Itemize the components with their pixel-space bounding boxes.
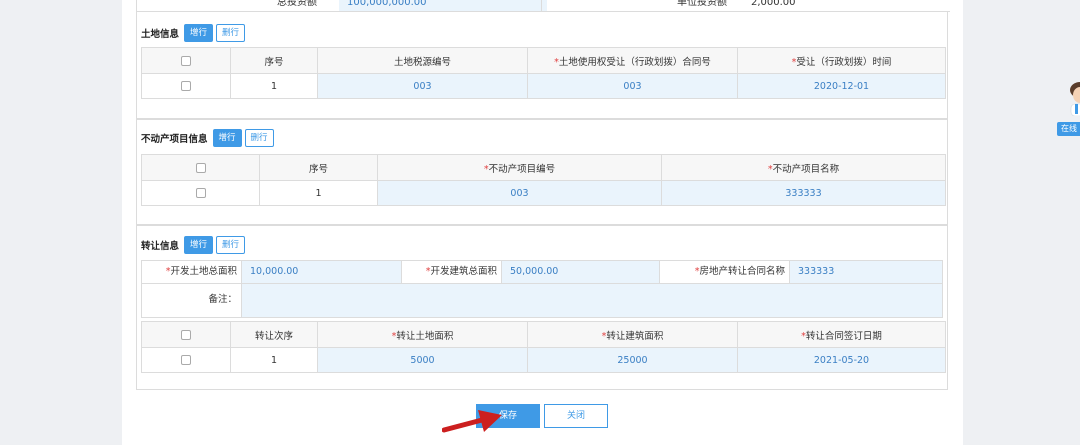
property-table: 序号 *不动产项目编号 *不动产项目名称 1 003 333333 (141, 154, 946, 206)
divider (541, 0, 542, 11)
column-header: 土地税源编号 (317, 47, 528, 74)
select-all-cell[interactable] (141, 321, 231, 348)
checkbox[interactable] (181, 329, 191, 340)
table-cell[interactable]: 2020-12-01 (737, 73, 946, 99)
section-title: 不动产项目信息 (141, 134, 208, 145)
land-info-header: 土地信息 增行 删行 (141, 21, 246, 45)
table-header-row: 序号 *不动产项目编号 *不动产项目名称 (141, 154, 946, 181)
unit-investment-label: 单位投资额 (677, 0, 727, 8)
row-select-cell[interactable] (141, 180, 260, 206)
close-button[interactable]: 关闭 (544, 404, 608, 428)
table-cell[interactable]: 003 (377, 180, 662, 206)
checkbox[interactable] (195, 162, 206, 173)
remark-field[interactable] (242, 284, 942, 317)
checkbox[interactable] (181, 355, 191, 365)
support-agent-icon (1070, 82, 1080, 116)
contract-name-label: *房地产转让合同名称 (660, 261, 790, 283)
delete-row-button[interactable]: 删行 (216, 236, 246, 254)
row-select-cell[interactable] (141, 73, 231, 99)
table-cell[interactable]: 5000 (317, 347, 528, 373)
section-title: 土地信息 (141, 29, 180, 40)
select-all-cell[interactable] (141, 47, 231, 74)
land-area-label: *开发土地总面积 (142, 261, 242, 283)
land-table: 序号 土地税源编号 *土地使用权受让（行政划拨）合同号 *受让（行政划拨）时间 … (141, 47, 946, 99)
column-header: *转让建筑面积 (527, 321, 738, 348)
table-cell[interactable]: 003 (317, 73, 528, 99)
table-row: 1 003 003 2020-12-01 (141, 73, 946, 99)
land-area-field[interactable]: 10,000.00 (242, 261, 402, 283)
table-row: 1 5000 25000 2021-05-20 (141, 347, 946, 373)
online-support-widget[interactable]: 在线 (1057, 82, 1080, 140)
property-info-header: 不动产项目信息 增行 删行 (141, 126, 274, 150)
checkbox[interactable] (195, 188, 206, 198)
column-header: *转让合同签订日期 (737, 321, 946, 348)
column-header: *受让（行政划拨）时间 (737, 47, 946, 74)
checkbox[interactable] (181, 55, 191, 66)
add-row-button[interactable]: 增行 (212, 129, 242, 147)
transfer-info-section: 转让信息 增行 删行 *开发土地总面积 10,000.00 *开发建筑总面积 5… (136, 225, 948, 390)
table-cell: 1 (230, 73, 318, 99)
red-arrow-icon (442, 410, 502, 433)
remark-label: 备注： (142, 284, 242, 317)
checkbox[interactable] (181, 81, 191, 91)
column-header: *转让土地面积 (317, 321, 528, 348)
column-header: *土地使用权受让（行政划拨）合同号 (527, 47, 738, 74)
column-header: 序号 (230, 47, 318, 74)
table-cell[interactable]: 2021-05-20 (737, 347, 946, 373)
table-header-row: 转让次序 *转让土地面积 *转让建筑面积 *转让合同签订日期 (141, 321, 946, 348)
table-cell: 1 (230, 347, 318, 373)
add-row-button[interactable]: 增行 (184, 236, 214, 254)
table-cell[interactable]: 333333 (661, 180, 946, 206)
table-header-row: 序号 土地税源编号 *土地使用权受让（行政划拨）合同号 *受让（行政划拨）时间 (141, 47, 946, 74)
remark-row: 备注： (141, 284, 943, 318)
delete-row-button[interactable]: 删行 (244, 129, 274, 147)
delete-row-button[interactable]: 删行 (216, 24, 246, 42)
build-area-label: *开发建筑总面积 (402, 261, 502, 283)
table-row: 1 003 333333 (141, 180, 946, 206)
unit-investment-value[interactable]: 2,000.00 (745, 0, 951, 11)
build-area-field[interactable]: 50,000.00 (502, 261, 660, 283)
add-row-button[interactable]: 增行 (184, 24, 214, 42)
row-select-cell[interactable] (141, 347, 231, 373)
total-investment-value[interactable]: 100,000,000.00 (339, 0, 547, 11)
column-header: *不动产项目编号 (377, 154, 662, 181)
total-investment-label: 总投资额 (277, 0, 317, 8)
section-title: 转让信息 (141, 241, 180, 252)
column-header: 序号 (259, 154, 378, 181)
table-cell[interactable]: 003 (527, 73, 738, 99)
table-cell: 1 (259, 180, 378, 206)
land-info-section: 土地信息 增行 删行 序号 土地税源编号 *土地使用权受让（行政划拨）合同号 *… (136, 11, 948, 119)
support-label[interactable]: 在线 (1057, 122, 1080, 136)
contract-name-field[interactable]: 333333 (790, 261, 942, 283)
select-all-cell[interactable] (141, 154, 260, 181)
column-header: *不动产项目名称 (661, 154, 946, 181)
column-header: 转让次序 (230, 321, 318, 348)
property-info-section: 不动产项目信息 增行 删行 序号 *不动产项目编号 *不动产项目名称 1 003… (136, 119, 948, 225)
transfer-table: 转让次序 *转让土地面积 *转让建筑面积 *转让合同签订日期 1 5000 25… (141, 321, 946, 373)
transfer-info-header: 转让信息 增行 删行 (141, 233, 246, 257)
transfer-area-row: *开发土地总面积 10,000.00 *开发建筑总面积 50,000.00 *房… (141, 260, 943, 284)
table-cell[interactable]: 25000 (527, 347, 738, 373)
